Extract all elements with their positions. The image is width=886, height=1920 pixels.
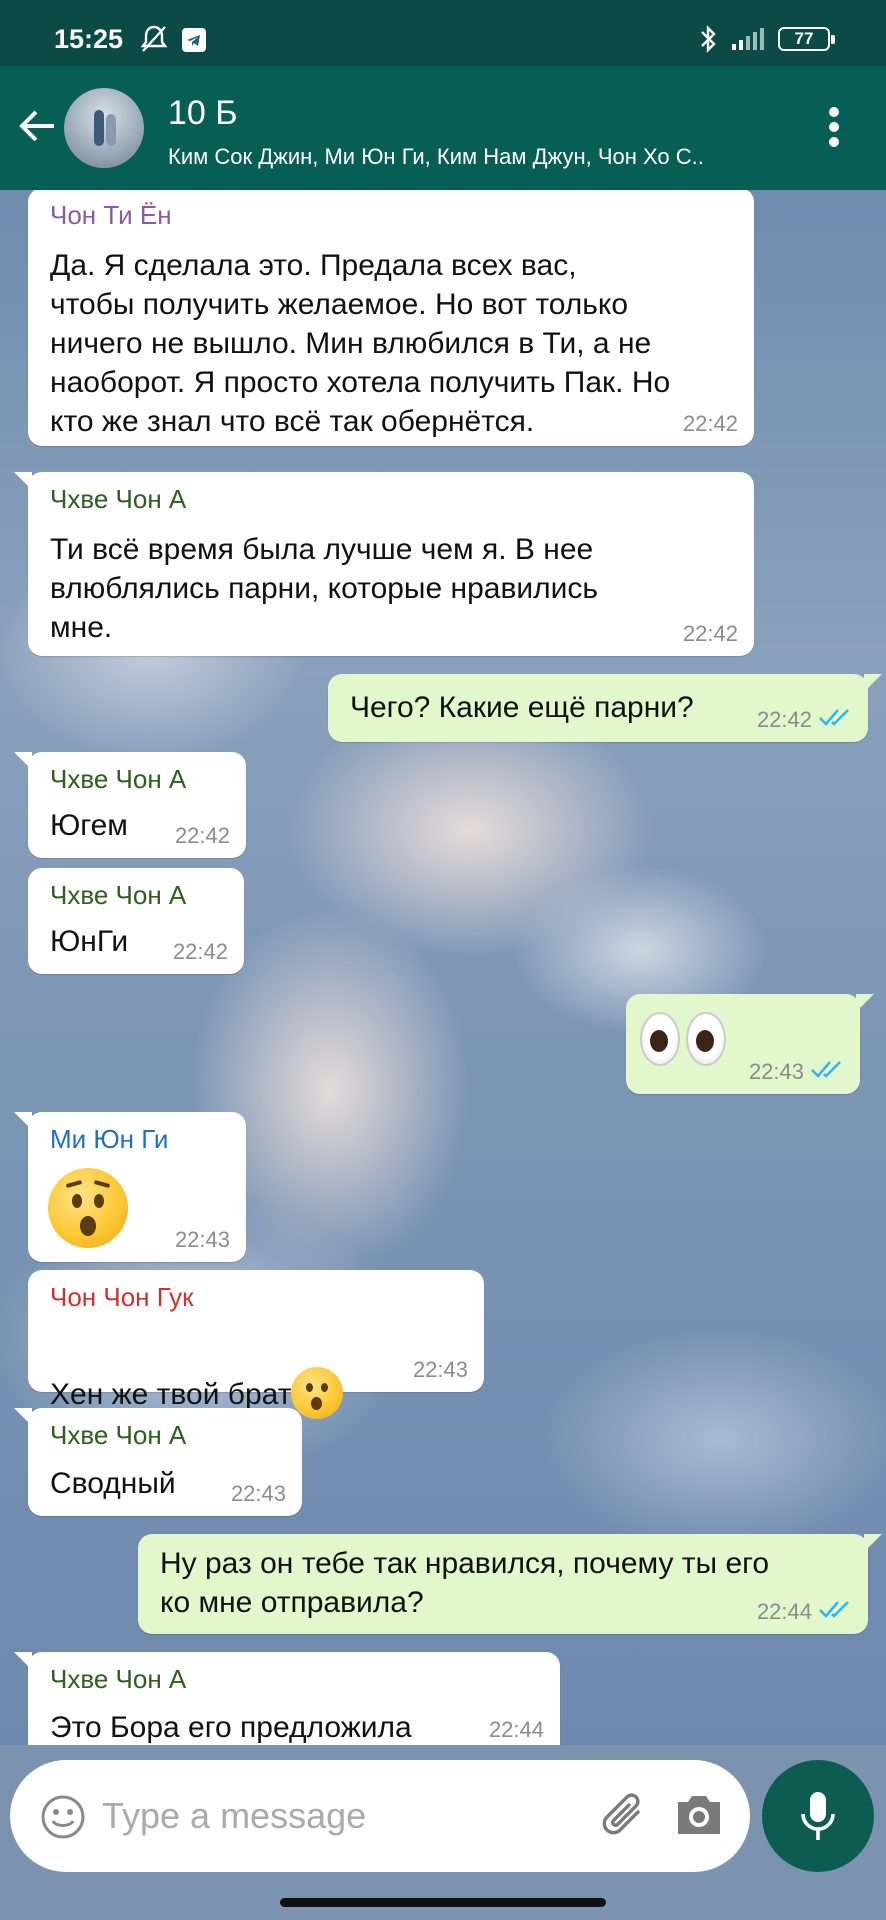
- status-bar: 15:25 77: [0, 0, 886, 66]
- message-bubble[interactable]: Чхве Чон А Сводный 22:43: [14, 1408, 302, 1516]
- avatar[interactable]: [64, 88, 144, 168]
- message-time: 22:42: [756, 706, 812, 732]
- message-sender: Чхве Чон А: [50, 1420, 187, 1450]
- message-text: Это Бора его предложила: [50, 1711, 412, 1744]
- emoji-icon[interactable]: [40, 1794, 86, 1845]
- message-text: ЮнГи: [50, 925, 129, 958]
- bell-off-icon: [140, 24, 168, 59]
- message-sender: Чон Ти Ён: [50, 200, 172, 230]
- message-text: Ти всё время была лучше чем я. В нее влю…: [50, 533, 599, 644]
- message-input[interactable]: [102, 1788, 482, 1844]
- hushed-face-emoji: [48, 1168, 128, 1248]
- message-bubble[interactable]: Чего? Какие ещё парни? 22:42: [328, 674, 882, 742]
- message-sender: Чон Чон Гук: [50, 1282, 194, 1312]
- message-meta: 22:44: [757, 1599, 852, 1624]
- message-sender: Ми Юн Ги: [50, 1124, 169, 1154]
- attach-icon[interactable]: [598, 1790, 650, 1847]
- message-bubble[interactable]: Чон Ти Ён Да. Я сделала это. Предала все…: [28, 190, 754, 446]
- message-text: Да. Я сделала это. Предала всех вас, что…: [50, 249, 671, 438]
- message-time: 22:44: [488, 1717, 544, 1742]
- double-check-icon: [818, 707, 852, 732]
- more-vert-icon[interactable]: [826, 104, 842, 155]
- message-bubble[interactable]: Ну раз он тебе так нравился, почему ты е…: [138, 1534, 882, 1634]
- message-bubble[interactable]: 22:43: [626, 994, 874, 1094]
- message-sender: Чхве Чон А: [50, 1664, 187, 1694]
- camera-icon[interactable]: [674, 1792, 724, 1843]
- message-time: 22:42: [174, 823, 230, 848]
- message-bubble[interactable]: Чхве Чон А Ти всё время была лучше чем я…: [14, 472, 754, 656]
- message-bubble[interactable]: Чхве Чон А Это Бора его предложила 22:44: [14, 1652, 560, 1745]
- double-check-icon: [810, 1059, 844, 1084]
- message-text: Сводный: [50, 1467, 176, 1500]
- message-time: 22:43: [230, 1481, 286, 1506]
- message-bubble[interactable]: Ми Юн Ги 22:43: [14, 1112, 246, 1262]
- message-bubble[interactable]: Чхве Чон А Югем 22:42: [14, 752, 246, 858]
- bluetooth-icon: [698, 24, 718, 59]
- message-time: 22:43: [748, 1058, 804, 1084]
- message-meta: 22:43: [749, 1059, 844, 1084]
- double-check-icon: [818, 1599, 852, 1624]
- telegram-icon: [182, 28, 206, 52]
- message-sender: Чхве Чон А: [50, 764, 187, 794]
- message-text-content: Хен же твой брат: [50, 1377, 292, 1411]
- chat-title[interactable]: 10 Б: [168, 94, 238, 133]
- eyes-emoji: [640, 1012, 726, 1066]
- chat-header: 10 Б Ким Сок Джин, Ми Юн Ги, Ким Нам Джу…: [0, 66, 886, 190]
- message-time: 22:43: [412, 1357, 468, 1382]
- status-time: 15:25: [54, 24, 124, 54]
- mic-icon: [801, 1792, 835, 1840]
- message-text: Югем: [50, 809, 128, 842]
- message-time: 22:44: [756, 1598, 812, 1624]
- message-meta: 22:42: [757, 707, 852, 732]
- message-sender: Чхве Чон А: [50, 880, 187, 910]
- message-time: 22:43: [174, 1227, 230, 1252]
- chat-area[interactable]: Чон Ти Ён Да. Я сделала это. Предала все…: [0, 190, 886, 1745]
- mic-button[interactable]: [762, 1760, 874, 1872]
- message-sender: Чхве Чон А: [50, 484, 187, 514]
- home-indicator[interactable]: [280, 1898, 606, 1907]
- back-arrow-icon[interactable]: [18, 106, 58, 151]
- message-composer: [10, 1760, 750, 1872]
- battery-indicator: 77: [778, 27, 835, 51]
- message-text: Хен же твой брат: [50, 1334, 344, 1419]
- message-time: 22:42: [172, 939, 228, 964]
- hushed-face-emoji: [291, 1367, 344, 1419]
- message-text: Ну раз он тебе так нравился, почему ты е…: [160, 1547, 770, 1619]
- message-time: 22:42: [682, 621, 738, 646]
- chat-participants[interactable]: Ким Сок Джин, Ми Юн Ги, Ким Нам Джун, Чо…: [168, 144, 768, 170]
- message-time: 22:42: [682, 411, 738, 436]
- message-text: Чего? Какие ещё парни?: [350, 691, 694, 724]
- signal-icon: [730, 26, 766, 57]
- message-bubble[interactable]: Чхве Чон А ЮнГи 22:42: [28, 868, 244, 974]
- message-bubble[interactable]: Чон Чон Гук Хен же твой брат 22:43: [28, 1270, 484, 1419]
